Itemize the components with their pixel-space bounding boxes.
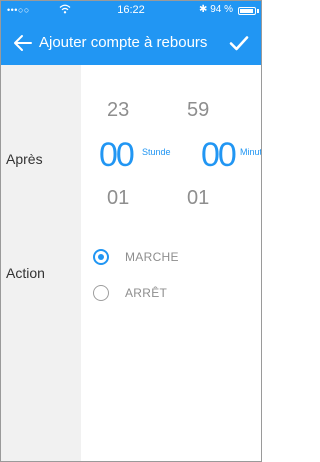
check-icon (229, 36, 249, 51)
battery-icon (238, 7, 256, 15)
radio-dot (98, 254, 104, 260)
status-bar: •••○○ 16:22 ✱ 94 % (1, 1, 261, 21)
confirm-button[interactable] (227, 31, 251, 55)
action-option-label[interactable]: MARCHE (125, 250, 179, 264)
minute-picker-selected[interactable]: 00 (201, 136, 237, 175)
app-bar: Ajouter compte à rebours (1, 21, 261, 65)
after-label: Après (6, 151, 43, 167)
action-option-label[interactable]: ARRÊT (125, 286, 167, 300)
action-label: Action (6, 265, 45, 281)
minute-unit-label: Minute (240, 147, 262, 157)
battery-percentage: ✱ 94 % (199, 4, 233, 15)
hour-unit-label: Stunde (142, 147, 171, 157)
minute-previous-value[interactable]: 59 (187, 99, 209, 122)
hour-previous-value[interactable]: 23 (107, 99, 129, 122)
arrow-left-icon (14, 35, 32, 51)
page-title: Ajouter compte à rebours (39, 34, 208, 51)
form-content: 23 59 00 Stunde 00 Minute 01 01 MARCHE A… (81, 65, 262, 461)
hour-picker-selected[interactable]: 00 (99, 136, 135, 175)
screen: •••○○ 16:22 ✱ 94 % Ajouter compte à rebo… (0, 0, 262, 462)
radio-checked-icon[interactable] (93, 249, 109, 265)
label-column: Après Action (1, 65, 81, 461)
minute-next-value[interactable]: 01 (187, 187, 209, 210)
battery-cap (257, 9, 259, 13)
battery-fill (240, 9, 253, 13)
back-button[interactable] (9, 29, 37, 57)
hour-next-value[interactable]: 01 (107, 187, 129, 210)
radio-unchecked-icon[interactable] (93, 285, 109, 301)
